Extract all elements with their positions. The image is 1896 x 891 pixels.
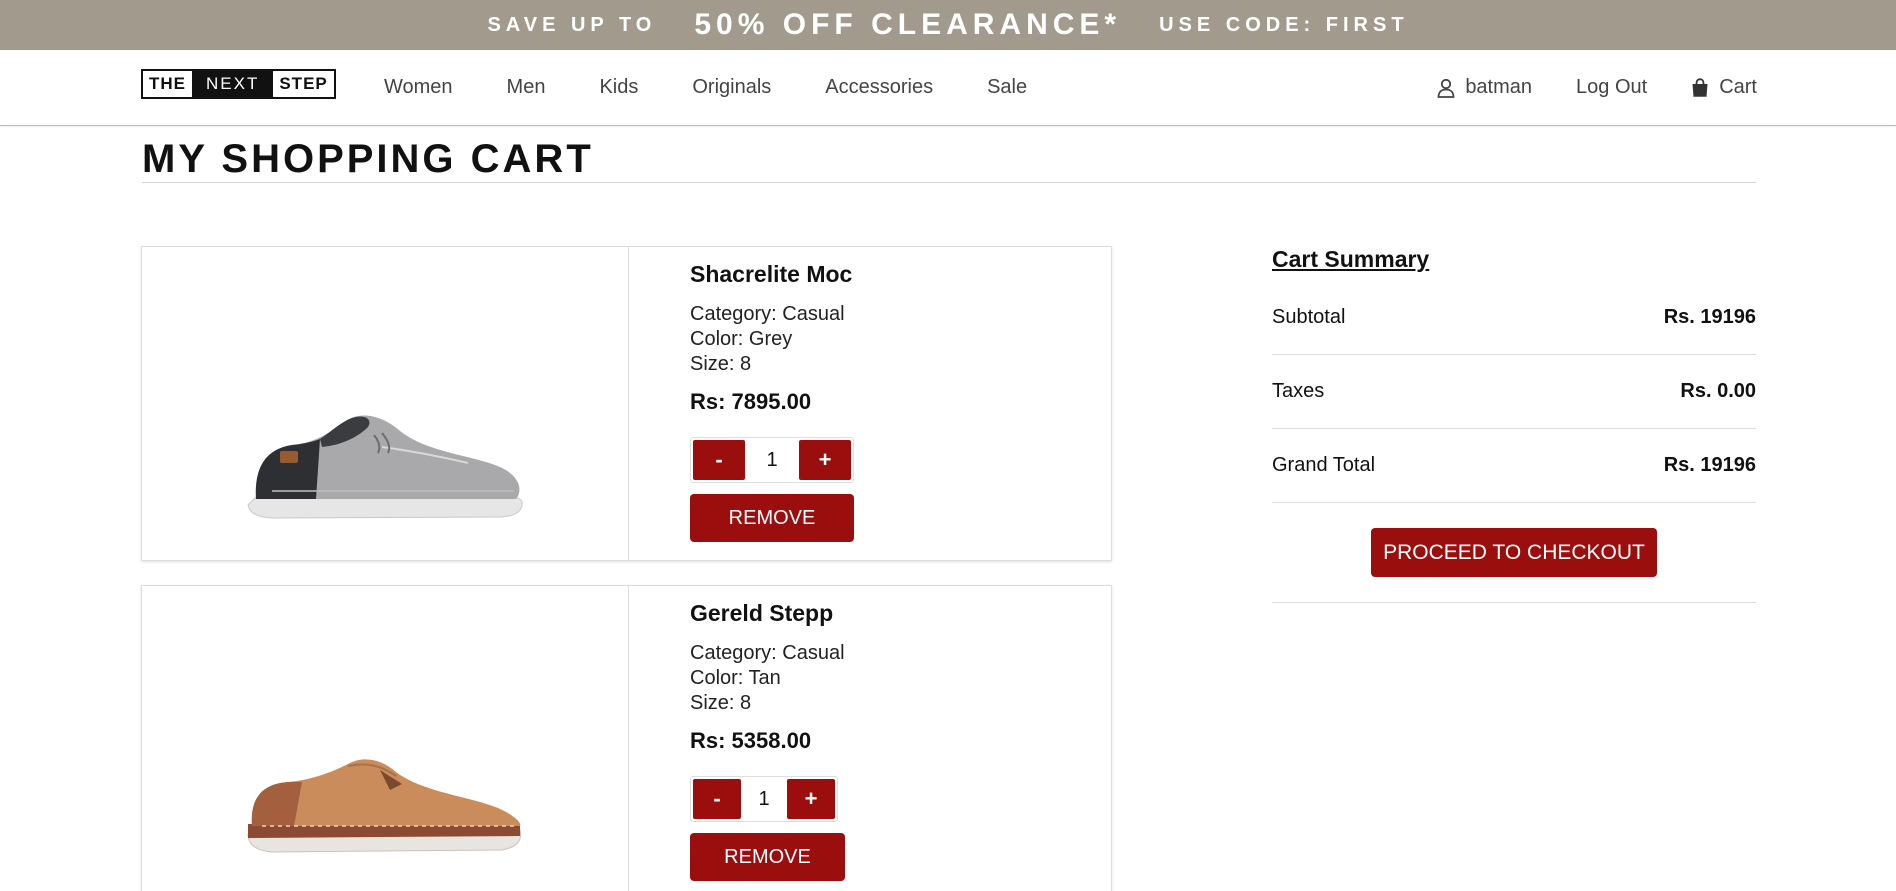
account-menu: batman Log Out Cart — [1437, 76, 1757, 99]
logo[interactable]: THE NEXT STEP — [141, 69, 336, 99]
product-name[interactable]: Gereld Stepp — [690, 600, 845, 627]
page-title: MY SHOPPING CART — [142, 137, 594, 181]
taxes-label: Taxes — [1272, 380, 1325, 402]
logo-part-1: THE — [143, 71, 192, 97]
quantity-stepper: - 1 + — [690, 776, 838, 822]
quantity-stepper: - 1 + — [690, 437, 854, 483]
product-category: Category: Casual — [690, 642, 845, 664]
nav-item-sale[interactable]: Sale — [987, 76, 1027, 99]
title-divider — [142, 182, 1756, 183]
product-color: Color: Tan — [690, 667, 781, 689]
product-name[interactable]: Shacrelite Moc — [690, 261, 854, 288]
nav-item-accessories[interactable]: Accessories — [825, 76, 933, 99]
proceed-to-checkout-button[interactable]: PROCEED TO CHECKOUT — [1371, 528, 1657, 577]
grey-moccasin-shoe-image — [247, 415, 523, 519]
product-category: Category: Casual — [690, 303, 845, 325]
cart-summary-heading: Cart Summary — [1272, 246, 1430, 272]
nav-item-kids[interactable]: Kids — [599, 76, 638, 99]
logo-part-2: NEXT — [192, 71, 274, 97]
summary-row-grand-total: Grand Total Rs. 19196 — [1272, 429, 1756, 503]
promo-headline: 50% OFF CLEARANCE* — [694, 8, 1122, 41]
quantity-value[interactable]: 1 — [745, 449, 799, 472]
main-nav: Women Men Kids Originals Accessories Sal… — [384, 76, 1081, 99]
product-price: Rs: 7895.00 — [690, 389, 812, 414]
product-details: Gereld Stepp Category: Casual Color: Tan… — [690, 600, 845, 881]
product-size: Size: 8 — [690, 353, 752, 375]
subtotal-value: Rs. 19196 — [1663, 306, 1756, 328]
increase-quantity-button[interactable]: + — [787, 779, 835, 819]
summary-row-taxes: Taxes Rs. 0.00 — [1272, 355, 1756, 429]
cart-label: Cart — [1719, 76, 1757, 98]
quantity-value[interactable]: 1 — [741, 788, 787, 811]
shopping-bag-icon — [1692, 77, 1708, 97]
subtotal-label: Subtotal — [1272, 306, 1346, 328]
remove-button[interactable]: REMOVE — [690, 494, 854, 542]
promo-banner: SAVE UP TO 50% OFF CLEARANCE* USE CODE: … — [0, 0, 1896, 50]
product-image[interactable] — [142, 586, 629, 891]
tan-slip-on-shoe-image — [247, 759, 522, 853]
product-size: Size: 8 — [690, 692, 752, 714]
decrease-quantity-button[interactable]: - — [693, 779, 741, 819]
cart-summary: Cart Summary Subtotal Rs. 19196 Taxes Rs… — [1272, 246, 1756, 603]
cart-item: Gereld Stepp Category: Casual Color: Tan… — [141, 585, 1112, 891]
site-header: THE NEXT STEP Women Men Kids Originals A… — [0, 50, 1896, 126]
product-color: Color: Grey — [690, 328, 793, 350]
grand-total-label: Grand Total — [1272, 454, 1376, 476]
logout-link[interactable]: Log Out — [1576, 76, 1647, 99]
product-price: Rs: 5358.00 — [690, 728, 812, 753]
account-username: batman — [1465, 76, 1533, 98]
product-details: Shacrelite Moc Category: Casual Color: G… — [690, 261, 854, 542]
logo-part-3: STEP — [273, 71, 334, 97]
decrease-quantity-button[interactable]: - — [693, 440, 745, 480]
remove-button[interactable]: REMOVE — [690, 833, 845, 881]
account-link[interactable]: batman — [1437, 76, 1532, 99]
checkout-container: PROCEED TO CHECKOUT — [1272, 503, 1756, 603]
taxes-value: Rs. 0.00 — [1680, 380, 1756, 402]
cart-item: Shacrelite Moc Category: Casual Color: G… — [141, 246, 1112, 561]
cart-link[interactable]: Cart — [1691, 76, 1757, 99]
logout-label: Log Out — [1576, 76, 1648, 98]
increase-quantity-button[interactable]: + — [799, 440, 851, 480]
summary-row-subtotal: Subtotal Rs. 19196 — [1272, 281, 1756, 355]
nav-item-originals[interactable]: Originals — [692, 76, 771, 99]
user-icon — [1437, 78, 1455, 98]
promo-lead: SAVE UP TO — [487, 13, 657, 36]
nav-item-men[interactable]: Men — [507, 76, 546, 99]
promo-code: USE CODE: FIRST — [1159, 13, 1409, 36]
grand-total-value: Rs. 19196 — [1663, 454, 1756, 476]
product-image[interactable] — [142, 247, 629, 560]
nav-item-women[interactable]: Women — [384, 76, 453, 99]
